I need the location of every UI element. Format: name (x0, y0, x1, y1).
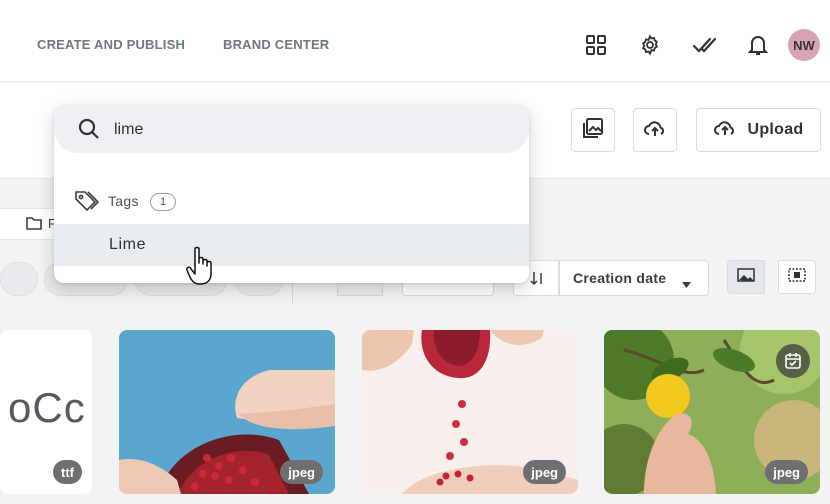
file-type-badge: jpeg (523, 460, 566, 484)
font-preview-text: oCc (8, 384, 86, 431)
cloud-sync-button[interactable] (633, 108, 677, 152)
sort-label: Creation date (573, 270, 667, 286)
image-gallery-button[interactable] (571, 108, 615, 152)
image-view-icon (737, 267, 755, 287)
double-check-icon[interactable] (692, 33, 716, 57)
tag-result-label: Lime (109, 236, 147, 253)
cloud-upload-icon (713, 118, 737, 143)
asset-card-pomegranate-hands[interactable]: jpeg (119, 330, 335, 494)
hand-cursor-icon (186, 246, 216, 291)
file-type-badge: jpeg (765, 460, 808, 484)
tag-result-item[interactable]: Lime (54, 224, 529, 266)
tags-count-badge: 1 (150, 193, 176, 211)
gear-icon[interactable] (638, 33, 662, 57)
top-nav: CREATE AND PUBLISH BRAND CENTER NW (0, 0, 830, 82)
bell-icon[interactable] (746, 33, 770, 57)
asset-card-pomegranate-seeds[interactable]: jpeg (362, 330, 578, 494)
search-dropdown: lime Tags 1 Lime (54, 105, 529, 283)
view-grid-large-button[interactable] (727, 260, 765, 294)
scheduled-icon[interactable] (776, 344, 810, 378)
folder-icon (26, 216, 42, 235)
upload-label: Upload (747, 121, 804, 138)
avatar[interactable]: NW (788, 29, 820, 61)
list-view-icon (788, 267, 806, 287)
search-query: lime (114, 121, 144, 138)
upload-button[interactable]: Upload (696, 108, 821, 152)
search-input[interactable]: lime (54, 105, 529, 153)
search-icon (78, 118, 100, 145)
file-type-badge: jpeg (280, 460, 323, 484)
view-grid-small-button[interactable] (778, 260, 816, 294)
tags-section-label: Tags (108, 193, 139, 209)
filter-chip[interactable] (0, 262, 38, 296)
caret-down-icon (682, 275, 691, 293)
nav-create-and-publish[interactable]: CREATE AND PUBLISH (37, 37, 185, 52)
asset-card-lemon-tree[interactable]: jpeg (604, 330, 820, 494)
image-gallery-icon (582, 117, 604, 144)
sort-arrows-icon (530, 270, 546, 291)
asset-card-font[interactable]: oCc ttf (0, 330, 92, 494)
apps-grid-icon[interactable] (584, 33, 608, 57)
nav-brand-center[interactable]: BRAND CENTER (223, 37, 329, 52)
file-type-badge: ttf (53, 460, 82, 484)
tag-icon (74, 190, 100, 217)
cloud-sync-icon (643, 118, 667, 143)
